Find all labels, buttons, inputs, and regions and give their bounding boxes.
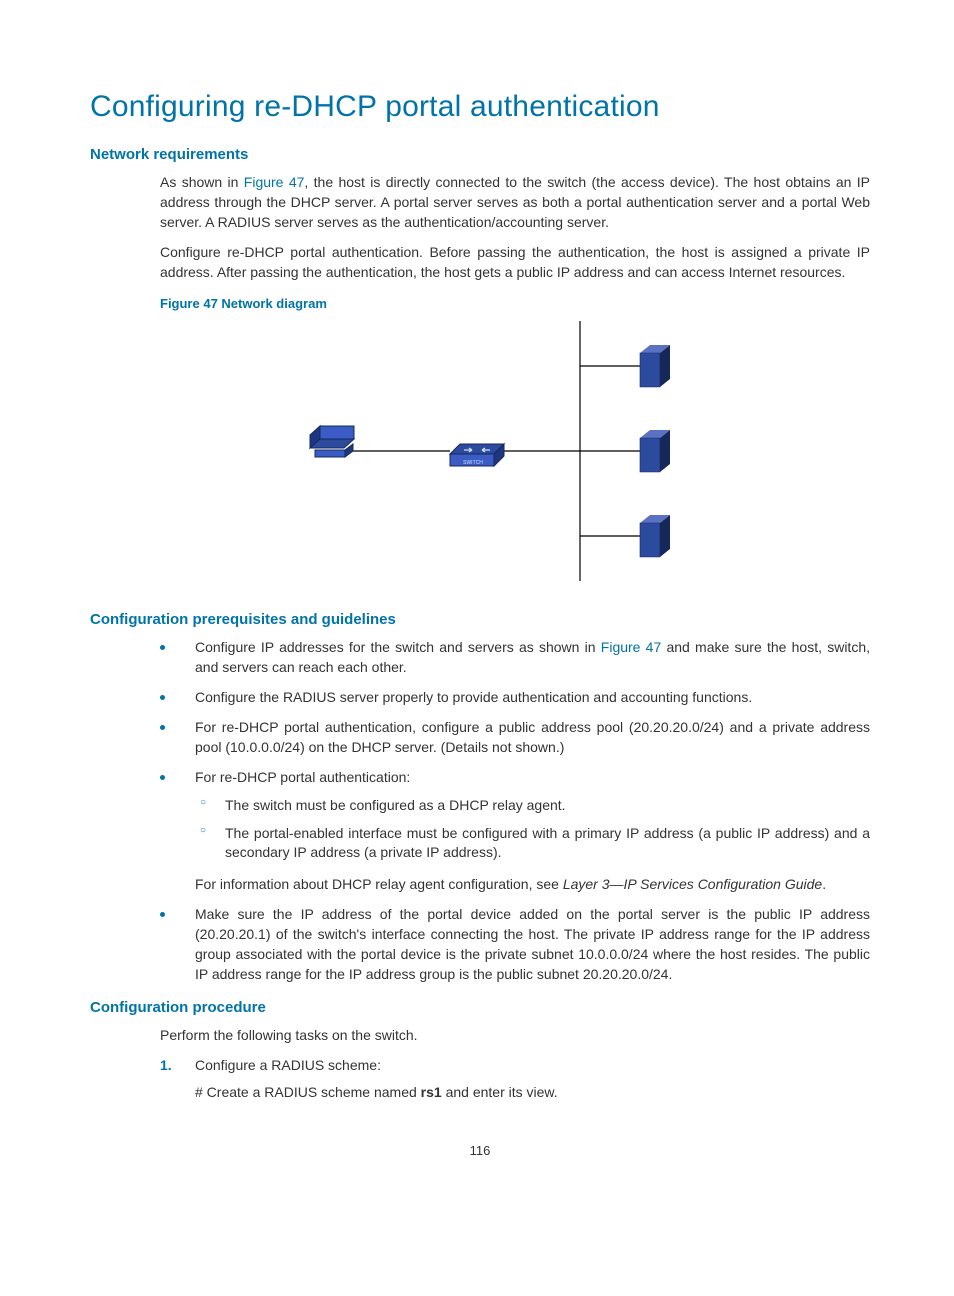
list-item: Configure the RADIUS server properly to … (160, 688, 870, 708)
list-item: For re-DHCP portal authentication: The s… (160, 768, 870, 895)
list-sub-item: The portal-enabled interface must be con… (195, 824, 870, 864)
svg-text:SWITCH: SWITCH (463, 460, 483, 466)
page: Configuring re-DHCP portal authenticatio… (0, 0, 954, 1198)
figure-link[interactable]: Figure 47 (244, 174, 305, 190)
heading-prerequisites: Configuration prerequisites and guidelin… (90, 611, 870, 628)
list-item: For re-DHCP portal authentication, confi… (160, 718, 870, 758)
network-diagram: SWITCH (255, 321, 775, 581)
note: For information about DHCP relay agent c… (195, 875, 870, 895)
figure-caption: Figure 47 Network diagram (160, 296, 870, 311)
body-prerequisites: Configure IP addresses for the switch an… (160, 638, 870, 984)
step-detail: # Create a RADIUS scheme named rs1 and e… (195, 1083, 870, 1103)
page-number: 116 (90, 1143, 870, 1158)
body-procedure: Perform the following tasks on the switc… (160, 1026, 870, 1104)
host-icon (310, 426, 354, 457)
server-icon-3 (640, 515, 670, 557)
list-item: Configure IP addresses for the switch an… (160, 638, 870, 678)
page-title: Configuring re-DHCP portal authenticatio… (90, 90, 870, 124)
paragraph: As shown in Figure 47, the host is direc… (160, 173, 870, 233)
server-icon-1 (640, 345, 670, 387)
list-item: Make sure the IP address of the portal d… (160, 905, 870, 985)
step-item: Configure a RADIUS scheme: # Create a RA… (160, 1056, 870, 1104)
heading-procedure: Configuration procedure (90, 999, 870, 1016)
switch-icon: SWITCH (450, 444, 504, 466)
server-icon-2 (640, 430, 670, 472)
paragraph: Configure re-DHCP portal authentication.… (160, 243, 870, 283)
figure-link[interactable]: Figure 47 (601, 639, 661, 655)
heading-network-requirements: Network requirements (90, 146, 870, 163)
list-sub-item: The switch must be configured as a DHCP … (195, 796, 870, 816)
paragraph: Perform the following tasks on the switc… (160, 1026, 870, 1046)
body-network-requirements: As shown in Figure 47, the host is direc… (160, 173, 870, 581)
